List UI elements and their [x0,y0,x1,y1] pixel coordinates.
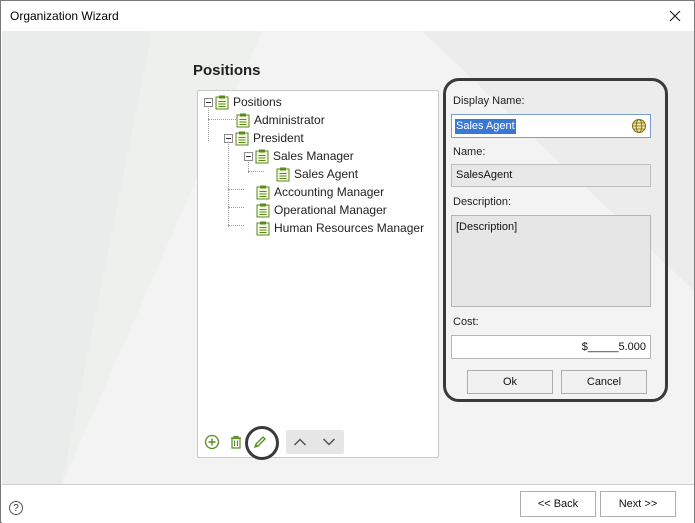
localize-button[interactable] [629,116,649,136]
pencil-icon [253,436,266,449]
chevron-down-icon [322,438,335,446]
tree-node-label: Human Resources Manager [274,221,425,235]
cancel-button[interactable]: Cancel [561,370,647,394]
window-title: Organization Wizard [10,9,119,23]
clipboard-icon [255,149,269,163]
collapse-icon[interactable] [244,151,253,161]
tree-line [228,189,244,190]
trash-icon [231,435,241,449]
tree-node-label: Sales Agent [294,167,359,181]
tree-node-sales-agent[interactable]: Sales Agent [276,165,358,183]
name-label: Name: [453,146,486,158]
tree-node-positions[interactable]: Positions [204,93,282,111]
display-name-field[interactable]: Sales Agent [451,114,651,138]
reorder-buttons [286,430,344,454]
tree-line [208,119,236,120]
wizard-content: Positions Positions Administrator Presid… [2,31,694,484]
tree-node-label: President [253,131,304,145]
tree-toolbar [201,429,273,455]
tree-node-administrator[interactable]: Administrator [236,111,325,129]
clipboard-icon [215,95,229,109]
tree-line [248,171,264,172]
globe-icon [632,119,646,133]
tree-node-label: Operational Manager [274,203,387,217]
clipboard-icon [256,185,270,199]
tree-line [228,141,229,227]
edit-position-button[interactable] [249,431,271,453]
collapse-icon[interactable] [204,97,213,107]
tree-node-accounting-manager[interactable]: Accounting Manager [256,183,384,201]
ok-button[interactable]: Ok [467,370,553,394]
move-down-button[interactable] [318,431,340,453]
tree-node-president[interactable]: President [224,129,304,147]
tree-node-operational-manager[interactable]: Operational Manager [256,201,387,219]
help-icon[interactable]: ? [9,501,23,515]
organization-wizard-window: Organization Wizard Positions Positions … [0,0,695,523]
clipboard-icon [276,167,290,181]
move-up-button[interactable] [289,431,311,453]
cost-field[interactable]: $_____5.000 [451,335,651,359]
tree-node-label: Accounting Manager [274,185,385,199]
close-icon [669,10,681,22]
description-field[interactable]: [Description] [451,215,651,307]
chevron-up-icon [293,438,306,446]
tree-node-sales-manager[interactable]: Sales Manager [244,147,354,165]
clipboard-icon [256,221,270,235]
display-name-value[interactable]: Sales Agent [455,119,516,134]
name-field: SalesAgent [451,164,651,187]
back-button[interactable]: << Back [520,491,596,517]
positions-tree[interactable]: Positions Administrator President Sales … [197,90,439,458]
tree-node-label: Sales Manager [273,149,354,163]
add-circle-icon [204,434,220,450]
clipboard-icon [235,131,249,145]
add-position-button[interactable] [201,431,223,453]
cost-label: Cost: [453,316,479,328]
tree-node-human-resources-manager[interactable]: Human Resources Manager [256,219,424,237]
clipboard-icon [236,113,250,127]
display-name-label: Display Name: [453,95,525,107]
clipboard-icon [256,203,270,217]
next-button[interactable]: Next >> [600,491,676,517]
description-label: Description: [453,196,512,208]
tree-node-label: Positions [233,95,282,109]
wizard-footer: ? << Back Next >> [2,484,694,523]
collapse-icon[interactable] [224,133,233,143]
tree-line [228,207,244,208]
title-bar: Organization Wizard [1,1,694,31]
delete-position-button[interactable] [225,431,247,453]
tree-node-label: Administrator [254,113,325,127]
page-title: Positions [193,62,261,79]
close-button[interactable] [664,5,686,27]
tree-line [228,225,244,226]
